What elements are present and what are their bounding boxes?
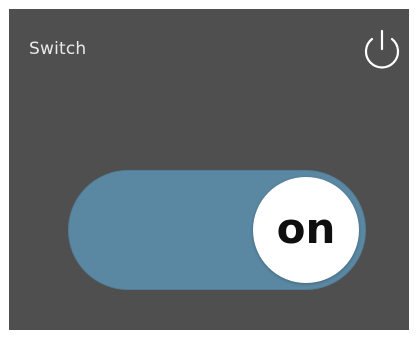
power-button[interactable] bbox=[359, 27, 405, 73]
on-off-toggle[interactable]: on bbox=[68, 170, 366, 290]
power-icon bbox=[364, 29, 400, 69]
toggle-knob[interactable]: on bbox=[253, 177, 359, 283]
toggle-state-label: on bbox=[276, 204, 336, 253]
switch-card: Switch on bbox=[9, 9, 409, 330]
widget-title: Switch bbox=[29, 39, 87, 59]
